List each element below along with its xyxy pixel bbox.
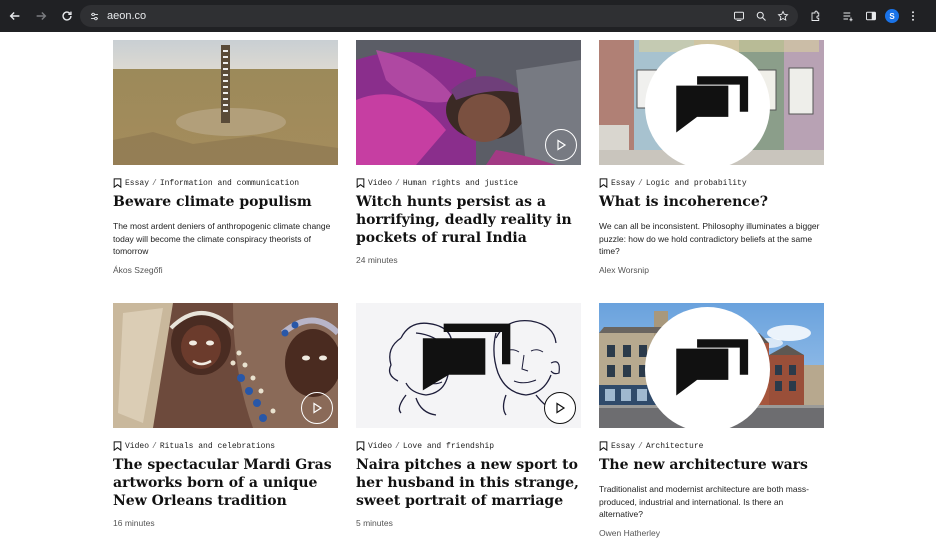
article-author[interactable]: Ákos Szegőfi: [113, 265, 163, 275]
side-panel-icon[interactable]: [862, 7, 880, 25]
star-icon[interactable]: [774, 7, 792, 25]
bookmark-icon[interactable]: [599, 441, 608, 451]
tune-icon[interactable]: [85, 7, 103, 25]
article-meta: Essay / Information and communication: [113, 178, 299, 188]
article-title[interactable]: Beware climate populism: [113, 193, 338, 211]
article-thumbnail[interactable]: [356, 303, 581, 428]
article-topic[interactable]: Architecture: [646, 442, 704, 451]
article-topic[interactable]: Logic and probability: [646, 179, 747, 188]
arrow-right-icon: [36, 12, 47, 20]
cast-icon[interactable]: [730, 7, 748, 25]
article-description: We can all be inconsistent. Philosophy i…: [599, 221, 820, 256]
forward-button[interactable]: [30, 5, 52, 27]
play-icon: [313, 402, 323, 414]
article-topic[interactable]: Rituals and celebrations: [160, 442, 275, 451]
bookmark-icon[interactable]: [356, 178, 365, 188]
meta-separator: /: [638, 178, 643, 188]
reading-list-icon[interactable]: [839, 7, 857, 25]
article-description: Traditionalist and modernist architectur…: [599, 484, 809, 519]
article-title[interactable]: Witch hunts persist as a horrifying, dea…: [356, 193, 581, 247]
profile-avatar[interactable]: S: [885, 9, 899, 23]
article-kind[interactable]: Essay: [611, 442, 635, 451]
article-title[interactable]: Naira pitches a new sport to her husband…: [356, 456, 581, 510]
article-kind[interactable]: Essay: [611, 179, 635, 188]
browser-toolbar: aeon.co S: [0, 0, 936, 32]
article-kind[interactable]: Essay: [125, 179, 149, 188]
play-icon: [557, 139, 567, 151]
video-duration: 16 minutes: [113, 518, 155, 528]
article-title[interactable]: What is incoherence?: [599, 193, 824, 211]
article-card[interactable]: Essay / Logic and probability What is in…: [599, 40, 824, 280]
speech-bubble-icon: [645, 44, 770, 165]
article-topic[interactable]: Human rights and justice: [403, 179, 518, 188]
article-card[interactable]: Video / Human rights and justice Witch h…: [356, 40, 581, 280]
arrow-left-icon: [9, 12, 20, 20]
article-meta: Video / Human rights and justice: [356, 178, 518, 188]
video-duration: 5 minutes: [356, 518, 393, 528]
url-text: aeon.co: [107, 10, 147, 22]
speech-bubble-icon: [645, 307, 770, 428]
article-title[interactable]: The spectacular Mardi Gras artworks born…: [113, 456, 338, 510]
back-button[interactable]: [4, 5, 26, 27]
article-title[interactable]: The new architecture wars: [599, 456, 824, 474]
play-button[interactable]: [544, 392, 576, 424]
article-kind[interactable]: Video: [368, 442, 392, 451]
article-author[interactable]: Owen Hatherley: [599, 528, 660, 538]
video-duration: 24 minutes: [356, 255, 398, 265]
article-kind[interactable]: Video: [368, 179, 392, 188]
bookmark-icon[interactable]: [113, 441, 122, 451]
article-card[interactable]: Essay / Information and communication Be…: [113, 40, 338, 280]
article-meta: Essay / Logic and probability: [599, 178, 747, 188]
meta-separator: /: [395, 441, 400, 451]
article-thumbnail[interactable]: [113, 40, 338, 165]
extensions-icon[interactable]: [806, 7, 824, 25]
article-meta: Video / Rituals and celebrations: [113, 441, 275, 451]
article-meta: Essay / Architecture: [599, 441, 703, 451]
article-topic[interactable]: Love and friendship: [403, 442, 494, 451]
play-icon: [556, 402, 566, 414]
play-button[interactable]: [301, 392, 333, 424]
article-thumbnail[interactable]: [599, 40, 824, 165]
article-author[interactable]: Alex Worsnip: [599, 265, 649, 275]
article-description: The most ardent deniers of anthropogenic…: [113, 221, 331, 256]
address-bar[interactable]: aeon.co: [80, 5, 798, 27]
bookmark-icon[interactable]: [599, 178, 608, 188]
article-card[interactable]: Essay / Architecture The new architectur…: [599, 303, 824, 543]
reload-icon: [62, 11, 72, 21]
article-thumbnail[interactable]: [113, 303, 338, 428]
meta-separator: /: [152, 178, 157, 188]
article-meta: Video / Love and friendship: [356, 441, 494, 451]
meta-separator: /: [152, 441, 157, 451]
bookmark-icon[interactable]: [113, 178, 122, 188]
play-button[interactable]: [545, 129, 577, 161]
meta-separator: /: [638, 441, 643, 451]
meta-separator: /: [395, 178, 400, 188]
zoom-icon[interactable]: [752, 7, 770, 25]
article-card[interactable]: Video / Rituals and celebrations The spe…: [113, 303, 338, 543]
bookmark-icon[interactable]: [356, 441, 365, 451]
article-card[interactable]: Video / Love and friendship Naira pitche…: [356, 303, 581, 543]
article-thumbnail[interactable]: [599, 303, 824, 428]
article-topic[interactable]: Information and communication: [160, 179, 299, 188]
article-thumbnail[interactable]: [356, 40, 581, 165]
article-kind[interactable]: Video: [125, 442, 149, 451]
reload-button[interactable]: [56, 5, 78, 27]
menu-icon[interactable]: [904, 7, 922, 25]
